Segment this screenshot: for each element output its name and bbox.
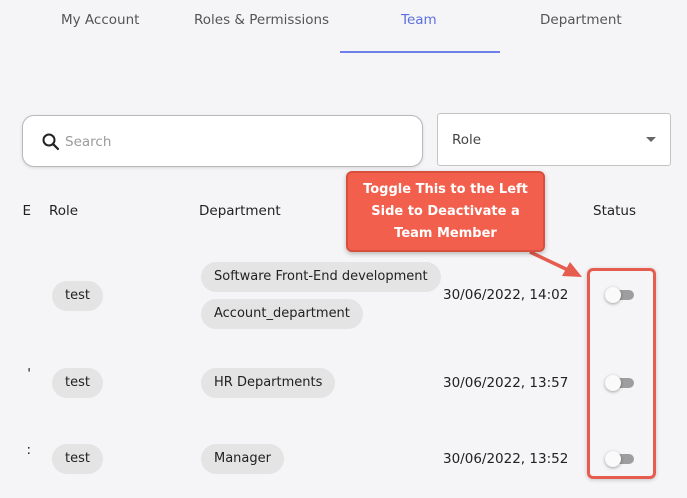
department-chip: Account_department [201,299,363,329]
column-header-status: Status [593,203,637,219]
caret-down-icon [646,137,656,142]
role-chip: test [52,281,103,311]
tab-department[interactable]: Department [540,12,622,28]
department-chip: Software Front-End development [201,262,441,292]
status-column-highlight [587,268,656,479]
callout-line: Toggle This to the Left [363,182,528,197]
callout-line: Side to Deactivate a [371,204,520,219]
department-chip: HR Departments [201,368,336,398]
callout-line: Team Member [394,226,497,241]
instruction-callout: Toggle This to the Left Side to Deactiva… [346,171,545,252]
date-cell: 30/06/2022, 13:57 [443,375,569,391]
date-cell: 30/06/2022, 14:02 [443,287,569,303]
role-chip: test [52,444,103,474]
column-header-department: Department [199,203,281,219]
role-select[interactable]: Role [437,113,671,166]
role-chip: test [52,368,103,398]
search-input[interactable] [65,129,405,155]
date-cell: 30/06/2022, 13:52 [443,451,569,467]
department-chip: Manager [201,444,284,474]
partial-cell: : [26,442,31,458]
tab-team[interactable]: Team [401,12,437,28]
tab-roles-permissions[interactable]: Roles & Permissions [194,12,329,28]
role-select-value: Role [452,132,482,148]
search-icon [42,133,60,151]
active-tab-indicator [340,51,500,53]
tab-bar: My Account Roles & Permissions Team Depa… [0,0,687,54]
partial-cell: ' [27,366,31,382]
column-header-role: Role [49,203,79,219]
partial-column-header: E [22,203,31,219]
tab-my-account[interactable]: My Account [61,12,139,28]
callout-arrow [529,250,582,277]
search-box[interactable] [22,115,423,167]
